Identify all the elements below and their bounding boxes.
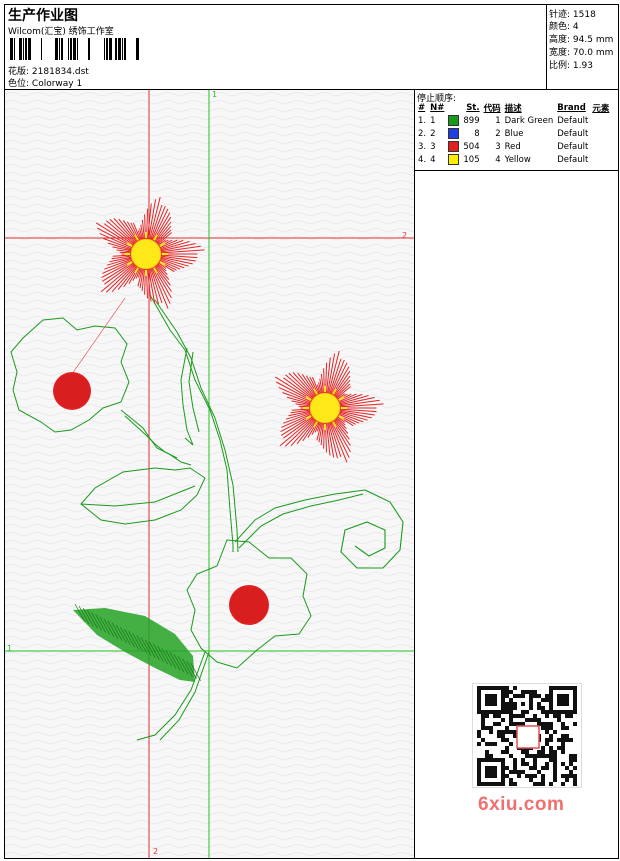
cell-brand: Default [557, 141, 589, 152]
left-flower-center [53, 372, 91, 410]
green-vertical-guide-label: 1 [212, 90, 218, 99]
cell-n: 3 [430, 141, 436, 152]
col-brand: Brand [557, 102, 586, 113]
cell-swatch [446, 153, 461, 166]
cell-idx: 2. [418, 128, 427, 139]
cell-brand: Default [557, 128, 589, 139]
cell-brand: Default [557, 154, 589, 165]
cell-desc: Red [504, 141, 521, 152]
cell-code: 1 [495, 115, 501, 126]
cell-n: 4 [430, 154, 436, 165]
red-vertical-guide-label: 2 [153, 847, 159, 856]
flower-center [309, 392, 341, 424]
col-code: 代码 [483, 103, 501, 114]
cell-desc: Yellow [504, 154, 531, 165]
red-horizontal-guide-label: 2 [402, 231, 408, 240]
cell-element [590, 127, 611, 140]
scale-ratio: 比例: 1.93 [549, 61, 593, 71]
col-swatch [446, 101, 461, 114]
stop-sequence-panel: 停止顺序: # N# St. 代码 描述 Brand 元素 1. 1 899 1 Dar… [415, 90, 618, 171]
watermark: 6xiu.com [478, 794, 565, 815]
table-row[interactable]: 3. 3 504 3 Red Default [416, 140, 611, 153]
cell-st: 8 [474, 128, 480, 139]
col-stitches: St. [466, 102, 480, 113]
page-title: 生产作业图 [8, 8, 78, 24]
qr-code-icon [472, 683, 582, 788]
cell-swatch [446, 127, 461, 140]
design-stats: 针迹: 1518 颜色: 4 高度: 94.5 mm 宽度: 70.0 mm 比… [547, 5, 618, 89]
colorway-value: Colorway 1 [31, 79, 83, 89]
cell-idx: 3. [418, 141, 427, 152]
color-swatch [448, 128, 460, 139]
cell-desc: Dark Green [504, 115, 554, 126]
cell-swatch [446, 140, 461, 153]
cell-code: 3 [495, 141, 501, 152]
design-height: 高度: 94.5 mm [549, 35, 614, 45]
color-swatch [448, 115, 460, 126]
table-header: # N# St. 代码 描述 Brand 元素 [416, 101, 611, 114]
header: 生产作业图 Wilcom(汇宝) 绣饰工作室 花版: 2181834.dst 色… [5, 5, 618, 90]
green-horizontal-guide-label: 1 [7, 644, 13, 653]
cell-desc: Blue [504, 128, 524, 139]
bottom-flower-center [229, 585, 269, 625]
cell-idx: 1. [418, 115, 427, 126]
studio-name: Wilcom(汇宝) 绣饰工作室 [8, 27, 114, 37]
cell-idx: 4. [418, 154, 427, 165]
design-canvas[interactable]: 1 2 1 2 [5, 90, 415, 858]
cell-st: 899 [463, 115, 480, 126]
embroidery-preview [5, 90, 414, 858]
cell-element [590, 140, 611, 153]
col-desc: 描述 [504, 103, 522, 114]
color-swatch [448, 154, 460, 165]
table-row[interactable]: 1. 1 899 1 Dark Green Default [416, 114, 611, 127]
col-idx: # [418, 102, 426, 113]
barcode-icon [10, 38, 139, 60]
col-n: N# [430, 102, 445, 113]
colorway: 色位: Colorway 1 [8, 76, 82, 89]
cell-element [590, 153, 611, 166]
cell-code: 4 [495, 154, 501, 165]
stop-sequence-table: # N# St. 代码 描述 Brand 元素 1. 1 899 1 Dark Gree… [416, 101, 611, 166]
cell-st: 504 [463, 141, 480, 152]
table-row[interactable]: 2. 2 8 2 Blue Default [416, 127, 611, 140]
color-count: 颜色: 4 [549, 22, 579, 32]
header-info: 生产作业图 Wilcom(汇宝) 绣饰工作室 花版: 2181834.dst 色… [5, 5, 547, 89]
cell-element [590, 114, 611, 127]
flower-center [130, 238, 162, 270]
cell-code: 2 [495, 128, 501, 139]
cell-n: 1 [430, 115, 436, 126]
cell-st: 105 [463, 154, 480, 165]
col-element: 元素 [592, 103, 610, 114]
cell-brand: Default [557, 115, 589, 126]
cell-swatch [446, 114, 461, 127]
color-swatch [448, 141, 460, 152]
cell-n: 2 [430, 128, 436, 139]
production-sheet: 生产作业图 Wilcom(汇宝) 绣饰工作室 花版: 2181834.dst 色… [4, 4, 619, 859]
design-width: 宽度: 70.0 mm [549, 48, 614, 58]
table-row[interactable]: 4. 4 105 4 Yellow Default [416, 153, 611, 166]
colorway-label: 色位: [8, 79, 30, 89]
